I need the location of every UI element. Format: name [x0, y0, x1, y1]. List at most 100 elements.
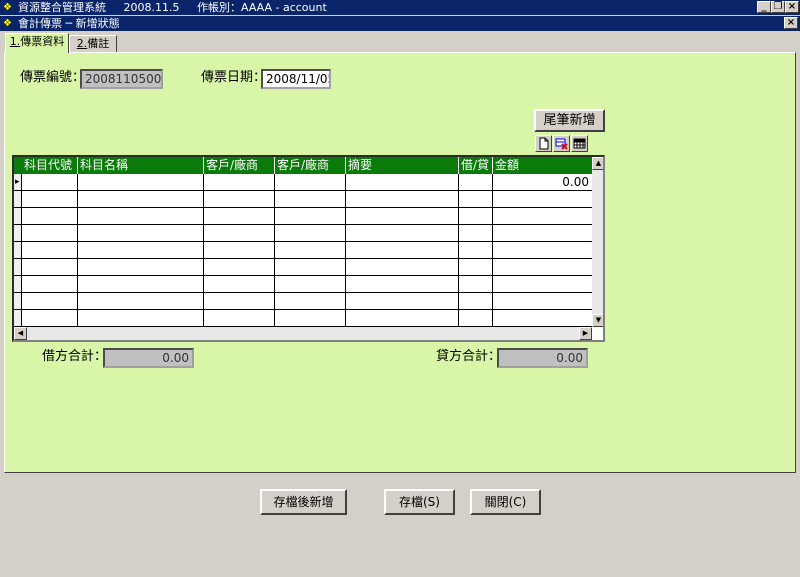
minimize-icon[interactable]: _	[757, 1, 771, 13]
grid-cell[interactable]	[22, 174, 78, 190]
grid-cell[interactable]	[346, 276, 459, 292]
grid-cell[interactable]	[78, 259, 204, 275]
grid-cell[interactable]	[204, 225, 275, 241]
grid-cell[interactable]	[493, 310, 592, 326]
voucher-date-field[interactable]: 2008/11/05	[261, 69, 331, 89]
grid-cell[interactable]	[275, 310, 346, 326]
grid-cell[interactable]	[346, 259, 459, 275]
table-row[interactable]	[14, 293, 592, 310]
grid-cell[interactable]	[204, 174, 275, 190]
grid-cell[interactable]	[346, 208, 459, 224]
grid-cell[interactable]	[78, 191, 204, 207]
grid-cell[interactable]	[493, 208, 592, 224]
grid-cell[interactable]	[22, 310, 78, 326]
grid-cell[interactable]	[493, 242, 592, 258]
grid-cell[interactable]	[493, 259, 592, 275]
grid-cell[interactable]	[204, 259, 275, 275]
grid-view-icon[interactable]	[571, 135, 588, 152]
grid-cell[interactable]	[275, 259, 346, 275]
tab-notes[interactable]: 2.備註	[69, 35, 117, 53]
grid-cell[interactable]	[459, 293, 493, 309]
grid-cell[interactable]	[22, 191, 78, 207]
grid-cell[interactable]	[275, 191, 346, 207]
delete-row-icon[interactable]	[553, 135, 570, 152]
grid-cell[interactable]	[78, 174, 204, 190]
grid-cell[interactable]	[459, 310, 493, 326]
grid-cell[interactable]	[204, 276, 275, 292]
tab-voucher-data[interactable]: 1.傳票資料	[5, 33, 69, 53]
grid-cell[interactable]	[346, 191, 459, 207]
voucher-detail-grid[interactable]: 科目代號 科目名稱 客戶/廠商 客戶/廠商 摘要 借/貸 金額 ▸ 0.00 ▲ …	[12, 155, 605, 342]
grid-cell[interactable]	[204, 293, 275, 309]
grid-cell[interactable]	[346, 310, 459, 326]
grid-cell[interactable]	[493, 293, 592, 309]
table-row[interactable]	[14, 208, 592, 225]
grid-cell[interactable]	[204, 191, 275, 207]
grid-cell[interactable]	[459, 276, 493, 292]
grid-cell[interactable]	[346, 242, 459, 258]
table-row[interactable]: ▸ 0.00	[14, 174, 592, 191]
grid-cell[interactable]	[78, 225, 204, 241]
table-row[interactable]	[14, 259, 592, 276]
grid-cell[interactable]	[22, 259, 78, 275]
scroll-right-icon[interactable]: ▶	[579, 327, 592, 340]
col-summary[interactable]: 摘要	[346, 157, 459, 174]
grid-cell[interactable]	[275, 174, 346, 190]
restore-icon[interactable]: ❐	[771, 1, 785, 13]
grid-cell[interactable]	[346, 225, 459, 241]
save-button[interactable]: 存檔(S)	[384, 489, 455, 515]
close-icon[interactable]: ×	[785, 1, 799, 13]
grid-cell[interactable]	[275, 276, 346, 292]
grid-cell[interactable]	[346, 174, 459, 190]
grid-cell[interactable]	[204, 242, 275, 258]
grid-cell[interactable]	[459, 191, 493, 207]
table-row[interactable]	[14, 242, 592, 259]
grid-cell[interactable]	[459, 174, 493, 190]
grid-cell[interactable]	[22, 225, 78, 241]
col-customer-vendor-1[interactable]: 客戶/廠商	[204, 157, 275, 174]
grid-cell[interactable]	[459, 208, 493, 224]
col-account-name[interactable]: 科目名稱	[78, 157, 204, 174]
grid-cell[interactable]	[459, 225, 493, 241]
window-close-icon[interactable]: ×	[784, 17, 798, 29]
grid-cell[interactable]	[275, 225, 346, 241]
grid-cell[interactable]	[204, 208, 275, 224]
save-and-new-button[interactable]: 存檔後新增	[260, 489, 347, 515]
grid-cell[interactable]	[275, 242, 346, 258]
grid-cell[interactable]	[22, 208, 78, 224]
add-last-row-button[interactable]: 尾筆新增	[534, 109, 605, 132]
col-amount[interactable]: 金額	[493, 157, 592, 174]
grid-cell[interactable]	[204, 310, 275, 326]
app-icon[interactable]: ❖	[3, 2, 14, 13]
horizontal-scrollbar[interactable]: ◀ ▶	[14, 327, 592, 340]
grid-cell[interactable]	[78, 310, 204, 326]
table-row[interactable]	[14, 225, 592, 242]
scroll-down-icon[interactable]: ▼	[592, 314, 603, 327]
grid-cell[interactable]	[459, 242, 493, 258]
table-row[interactable]	[14, 276, 592, 293]
scroll-up-icon[interactable]: ▲	[592, 157, 603, 170]
col-customer-vendor-2[interactable]: 客戶/廠商	[275, 157, 346, 174]
grid-cell[interactable]	[22, 276, 78, 292]
grid-cell[interactable]	[78, 208, 204, 224]
grid-cell[interactable]	[275, 208, 346, 224]
vertical-scrollbar[interactable]: ▲ ▼	[592, 157, 603, 327]
scroll-left-icon[interactable]: ◀	[14, 327, 27, 340]
col-debit-credit[interactable]: 借/貸	[459, 157, 493, 174]
grid-cell[interactable]	[493, 276, 592, 292]
grid-cell[interactable]	[78, 293, 204, 309]
grid-cell[interactable]	[78, 276, 204, 292]
table-row[interactable]	[14, 191, 592, 208]
table-row[interactable]	[14, 310, 592, 327]
grid-cell[interactable]	[275, 293, 346, 309]
close-button[interactable]: 關閉(C)	[470, 489, 541, 515]
window-icon[interactable]: ❖	[3, 18, 14, 29]
new-doc-icon[interactable]	[535, 135, 552, 152]
grid-cell[interactable]	[493, 191, 592, 207]
grid-cell[interactable]	[346, 293, 459, 309]
grid-cell[interactable]	[493, 225, 592, 241]
grid-cell[interactable]	[22, 242, 78, 258]
grid-cell[interactable]	[459, 259, 493, 275]
grid-cell[interactable]: 0.00	[493, 174, 592, 190]
grid-cell[interactable]	[78, 242, 204, 258]
